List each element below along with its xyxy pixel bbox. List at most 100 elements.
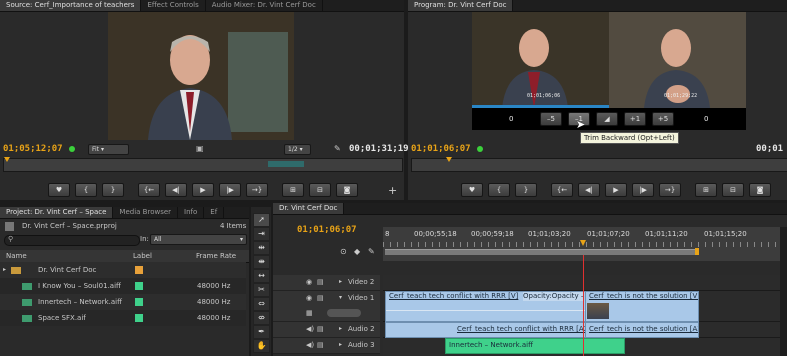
program-go-in-button[interactable]: {← bbox=[551, 183, 573, 197]
wrench-icon[interactable]: ✎ bbox=[334, 144, 341, 153]
track-header-video1[interactable]: ◉ ▤ ▾ Video 1 ▦ bbox=[273, 291, 380, 322]
trim-plus5-button[interactable]: +5 bbox=[652, 112, 674, 126]
speaker-icon[interactable]: ◀) bbox=[306, 341, 314, 349]
lock-icon[interactable]: ▤ bbox=[317, 294, 324, 302]
track-header-audio3[interactable]: ◀) ▤ ▸ Audio 3 bbox=[273, 338, 380, 354]
tab-program[interactable]: Program: Dr. Vint Cerf Doc bbox=[408, 0, 514, 11]
video-clip[interactable]: Cerf_tech is not the solution [V] bbox=[585, 291, 699, 322]
lock-icon[interactable]: ▤ bbox=[317, 341, 324, 349]
program-step-forward-button[interactable]: |▶ bbox=[632, 183, 654, 197]
column-label[interactable]: Label bbox=[133, 252, 152, 260]
source-go-out-button[interactable]: →} bbox=[246, 183, 268, 197]
program-export-frame-button[interactable]: ◙ bbox=[749, 183, 771, 197]
program-step-back-button[interactable]: ◀| bbox=[578, 183, 600, 197]
source-marker-button[interactable]: ♥ bbox=[48, 183, 70, 197]
keyframe-nav-icon[interactable] bbox=[327, 309, 361, 317]
timeline-scrollbar[interactable] bbox=[780, 227, 787, 356]
list-item-audio[interactable]: I Know You – Soul01.aiff 48000 Hz bbox=[0, 278, 246, 294]
audio-clip[interactable]: Cerf_teach tech conflict with RRR [A2] bbox=[385, 322, 586, 338]
program-lift-button[interactable]: ⊞ bbox=[695, 183, 717, 197]
list-item-audio[interactable]: Space SFX.aif 48000 Hz bbox=[0, 310, 246, 326]
source-mark-in-button[interactable]: { bbox=[75, 183, 97, 197]
tab-info[interactable]: Info bbox=[178, 207, 205, 218]
clip-label: Cerf_tech is not the solution [V] bbox=[589, 292, 699, 300]
source-insert-button[interactable]: ⊞ bbox=[282, 183, 304, 197]
list-item-audio[interactable]: Innertech – Network.aiff 48000 Hz bbox=[0, 294, 246, 310]
program-play-button[interactable]: ▶ bbox=[605, 183, 627, 197]
trim-roll-button[interactable]: ◢ bbox=[596, 112, 618, 126]
program-mark-out-button[interactable]: } bbox=[515, 183, 537, 197]
eye-icon[interactable]: ◉ bbox=[306, 278, 312, 286]
audio-clip[interactable]: Innertech – Network.aiff bbox=[445, 338, 625, 354]
expand-arrow-icon[interactable]: ▸ bbox=[339, 325, 342, 332]
rolling-edit-tool[interactable]: ⇼ bbox=[253, 255, 270, 269]
tab-sequence[interactable]: Dr. Vint Cerf Doc bbox=[273, 203, 345, 214]
trim-minus5-button[interactable]: –5 bbox=[540, 112, 562, 126]
program-mark-in-button[interactable]: { bbox=[488, 183, 510, 197]
work-area-bar[interactable] bbox=[385, 249, 697, 255]
list-item-folder[interactable]: ▸ Dr. Vint Cerf Doc bbox=[0, 262, 246, 278]
source-current-timecode[interactable]: 01;05;12;07 bbox=[3, 144, 63, 154]
ripple-edit-tool[interactable]: ⇹ bbox=[253, 241, 270, 255]
source-go-in-button[interactable]: {← bbox=[138, 183, 160, 197]
keyframe-toggle-icon[interactable]: ▦ bbox=[306, 309, 313, 317]
program-scrubber[interactable] bbox=[411, 157, 787, 172]
pen-tool[interactable]: ✒ bbox=[253, 325, 270, 339]
column-frame-rate[interactable]: Frame Rate bbox=[196, 252, 236, 260]
timeline-ruler[interactable]: 8 00;00;55;18 00;00;59;18 01;01;03;20 01… bbox=[383, 227, 787, 261]
lock-icon[interactable]: ▤ bbox=[317, 325, 324, 333]
source-safe-margins-icon[interactable]: ▣ bbox=[196, 144, 204, 153]
program-current-timecode[interactable]: 01;01;06;07 bbox=[411, 144, 471, 154]
program-marker-button[interactable]: ♥ bbox=[461, 183, 483, 197]
program-extract-button[interactable]: ⊟ bbox=[722, 183, 744, 197]
source-video-frame bbox=[108, 12, 294, 140]
hand-tool[interactable]: ✋ bbox=[253, 339, 270, 353]
source-scrubber[interactable] bbox=[3, 157, 403, 172]
expand-arrow-icon[interactable]: ▸ bbox=[339, 278, 342, 285]
tab-source[interactable]: Source: Cerf_Importance of teachers bbox=[0, 0, 142, 11]
track-header-audio2[interactable]: ◀) ▤ ▸ Audio 2 bbox=[273, 322, 380, 338]
lock-icon[interactable]: ▤ bbox=[317, 278, 324, 286]
track-header-video2[interactable]: ◉ ▤ ▸ Video 2 bbox=[273, 275, 380, 291]
video-clip[interactable]: Cerf_teach tech conflict with RRR [V] Op… bbox=[385, 291, 586, 322]
project-in-dropdown[interactable]: All ▾ bbox=[150, 234, 247, 245]
trim-plus1-button[interactable]: +1 bbox=[624, 112, 646, 126]
eye-icon[interactable]: ◉ bbox=[306, 294, 312, 302]
track-select-tool[interactable]: ⇥ bbox=[253, 227, 270, 241]
tab-effect-controls[interactable]: Effect Controls bbox=[141, 0, 206, 11]
source-fit-dropdown[interactable]: Fit ▾ bbox=[88, 144, 129, 155]
source-overwrite-button[interactable]: ⊟ bbox=[309, 183, 331, 197]
snap-icon[interactable]: ⊙ bbox=[340, 247, 347, 256]
source-playhead-marker[interactable] bbox=[4, 157, 10, 162]
program-go-out-button[interactable]: →} bbox=[659, 183, 681, 197]
tab-audio-mixer[interactable]: Audio Mixer: Dr. Vint Cerf Doc bbox=[206, 0, 323, 11]
tab-media-browser[interactable]: Media Browser bbox=[113, 207, 179, 218]
source-mark-out-button[interactable]: } bbox=[102, 183, 124, 197]
speaker-icon[interactable]: ◀) bbox=[306, 325, 314, 333]
expand-arrow-icon[interactable]: ▾ bbox=[339, 294, 342, 301]
source-play-button[interactable]: ▶ bbox=[192, 183, 214, 197]
column-name[interactable]: Name bbox=[6, 252, 27, 260]
rate-stretch-tool[interactable]: ↔ bbox=[253, 269, 270, 283]
program-playhead-marker[interactable] bbox=[446, 157, 452, 162]
timeline-current-timecode[interactable]: 01;01;06;07 bbox=[297, 225, 357, 235]
razor-tool[interactable]: ✂ bbox=[253, 283, 270, 297]
audio-clip[interactable]: Cerf_tech is not the solution [A2 bbox=[585, 322, 699, 338]
expand-arrow-icon[interactable]: ▸ bbox=[3, 262, 6, 278]
work-area-end-handle[interactable] bbox=[695, 248, 699, 255]
source-step-back-button[interactable]: ◀| bbox=[165, 183, 187, 197]
slip-tool[interactable]: ⇔ bbox=[253, 297, 270, 311]
slide-tool[interactable]: ⇎ bbox=[253, 311, 270, 325]
tab-project[interactable]: Project: Dr. Vint Cerf – Space bbox=[0, 207, 114, 218]
source-resolution-dropdown[interactable]: 1/2 ▾ bbox=[284, 144, 311, 155]
timeline-wrench-icon[interactable]: ✎ bbox=[368, 247, 375, 256]
selection-tool[interactable]: ➚ bbox=[253, 213, 270, 227]
tab-effects[interactable]: Ef bbox=[204, 207, 225, 218]
marker-icon[interactable]: ◆ bbox=[354, 247, 360, 256]
expand-arrow-icon[interactable]: ▸ bbox=[339, 341, 342, 348]
source-export-frame-button[interactable]: ◙ bbox=[336, 183, 358, 197]
source-add-button[interactable]: + bbox=[388, 184, 397, 197]
timeline-playhead-handle[interactable] bbox=[580, 240, 586, 246]
source-step-forward-button[interactable]: |▶ bbox=[219, 183, 241, 197]
project-search-input[interactable]: ⚲ bbox=[4, 235, 140, 246]
